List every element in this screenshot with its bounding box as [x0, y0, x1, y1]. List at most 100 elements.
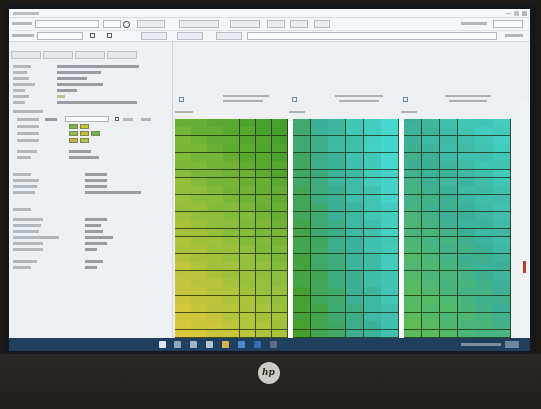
- windows-start-icon[interactable]: [159, 341, 166, 348]
- prop-value-10: [69, 156, 99, 159]
- stop-button[interactable]: [177, 32, 203, 40]
- search-input[interactable]: [247, 32, 497, 40]
- scroll-marker: [523, 261, 526, 273]
- prop-label-8: [17, 118, 39, 121]
- prop-label-18: [13, 230, 39, 233]
- tab-3[interactable]: [75, 51, 105, 59]
- prop-label-11: [13, 173, 31, 176]
- hp-logo-text: hp: [262, 368, 275, 378]
- maximize-icon[interactable]: [514, 11, 519, 16]
- prop-value-6: [57, 95, 65, 98]
- prop-value-19: [85, 236, 113, 239]
- legend-chip-yellow: [80, 124, 89, 129]
- prop-label-12: [13, 179, 39, 182]
- address-field[interactable]: [35, 20, 99, 28]
- port-field[interactable]: [103, 20, 121, 28]
- legend-chip-green-2: [69, 131, 78, 136]
- checkbox-1[interactable]: [90, 33, 95, 38]
- taskbar-app-5-icon[interactable]: [238, 341, 245, 348]
- toolbar-button-3[interactable]: [230, 20, 260, 28]
- taskbar-app-7-icon[interactable]: [270, 341, 277, 348]
- toolbar-button-6[interactable]: [314, 20, 330, 28]
- tab-1[interactable]: [11, 51, 41, 59]
- heatmap-1-label: [175, 111, 193, 113]
- taskbar: [9, 338, 530, 351]
- minimize-icon[interactable]: [506, 13, 511, 14]
- prop-label-6: [13, 95, 29, 98]
- heatmap-1: [175, 119, 289, 339]
- heatmap-3-label: [401, 111, 417, 113]
- clear-button[interactable]: [216, 32, 242, 40]
- prop-value-1: [57, 65, 139, 68]
- prop-label-2: [13, 71, 27, 74]
- tab-4[interactable]: [107, 51, 137, 59]
- prop-value-23: [85, 266, 97, 269]
- legend-label-2: [17, 132, 39, 135]
- taskbar-app-6-icon[interactable]: [254, 341, 261, 348]
- heatmap-3-subtitle: [449, 100, 487, 102]
- prop-value-16: [85, 218, 107, 221]
- checkbox-2[interactable]: [107, 33, 112, 38]
- secondary-toolbar: [9, 31, 530, 42]
- option-label: [123, 118, 133, 121]
- prop-value-3: [57, 77, 87, 80]
- prop-label-13: [13, 185, 37, 188]
- toolbar-button-1[interactable]: [137, 20, 165, 28]
- prop-value-17: [85, 224, 101, 227]
- prop-label-9: [17, 150, 37, 153]
- prop-label-16: [13, 218, 43, 221]
- heatmap-3: [404, 119, 512, 339]
- heatmap-1-title: [223, 95, 269, 97]
- prop-label-3: [13, 77, 29, 80]
- prop-value-22: [85, 260, 103, 263]
- prop-label-1: [13, 65, 31, 68]
- prop-label-7: [13, 101, 25, 104]
- prop-value-8: [45, 118, 57, 121]
- prop-value-4: [57, 83, 103, 86]
- close-icon[interactable]: [522, 11, 527, 16]
- taskbar-app-3-icon[interactable]: [206, 341, 213, 348]
- heatmap-2-marker-icon: [292, 97, 297, 102]
- window-title-blur: [13, 12, 39, 15]
- taskbar-app-2-icon[interactable]: [190, 341, 197, 348]
- toolbar-label: [12, 22, 32, 25]
- legend-label-3: [17, 139, 39, 142]
- language-select[interactable]: [493, 20, 523, 28]
- tab-2[interactable]: [43, 51, 73, 59]
- prop-label-4: [13, 83, 35, 86]
- filter-field[interactable]: [37, 32, 83, 40]
- system-tray: [461, 343, 501, 346]
- language-label: [461, 22, 487, 25]
- toolbar2-label: [12, 34, 34, 37]
- search-icon[interactable]: [123, 21, 130, 28]
- option-checkbox[interactable]: [115, 117, 119, 121]
- heatmap-3-marker-icon: [403, 97, 408, 102]
- section-header: [13, 110, 43, 113]
- options-label: [505, 34, 523, 37]
- prop-label-22: [13, 260, 37, 263]
- prop-value-7: [57, 101, 137, 104]
- toolbar-button-5[interactable]: [290, 20, 308, 28]
- taskbar-app-1-icon[interactable]: [174, 341, 181, 348]
- heatmap-2-label: [289, 111, 305, 113]
- prop-value-12: [85, 179, 107, 182]
- heatmap-1-subtitle: [223, 100, 263, 102]
- start-button[interactable]: [141, 32, 167, 40]
- prop-value-20: [85, 242, 107, 245]
- heatmap-3-title: [445, 95, 491, 97]
- main-toolbar: [9, 18, 530, 31]
- screen-bezel: [3, 4, 536, 354]
- heatmap-2-subtitle: [339, 100, 379, 102]
- taskbar-app-4-icon[interactable]: [222, 341, 229, 348]
- toolbar-button-4[interactable]: [267, 20, 285, 28]
- screen: [9, 9, 530, 351]
- toolbar-button-2[interactable]: [179, 20, 219, 28]
- clock: [505, 341, 519, 348]
- prop-value-9: [69, 150, 91, 153]
- prop-label-21: [13, 248, 43, 251]
- prop-value-18: [85, 230, 103, 233]
- legend-chip-green: [69, 124, 78, 129]
- channel-select[interactable]: [65, 116, 109, 122]
- prop-label-17: [13, 224, 41, 227]
- vertical-scrollbar[interactable]: [519, 99, 529, 344]
